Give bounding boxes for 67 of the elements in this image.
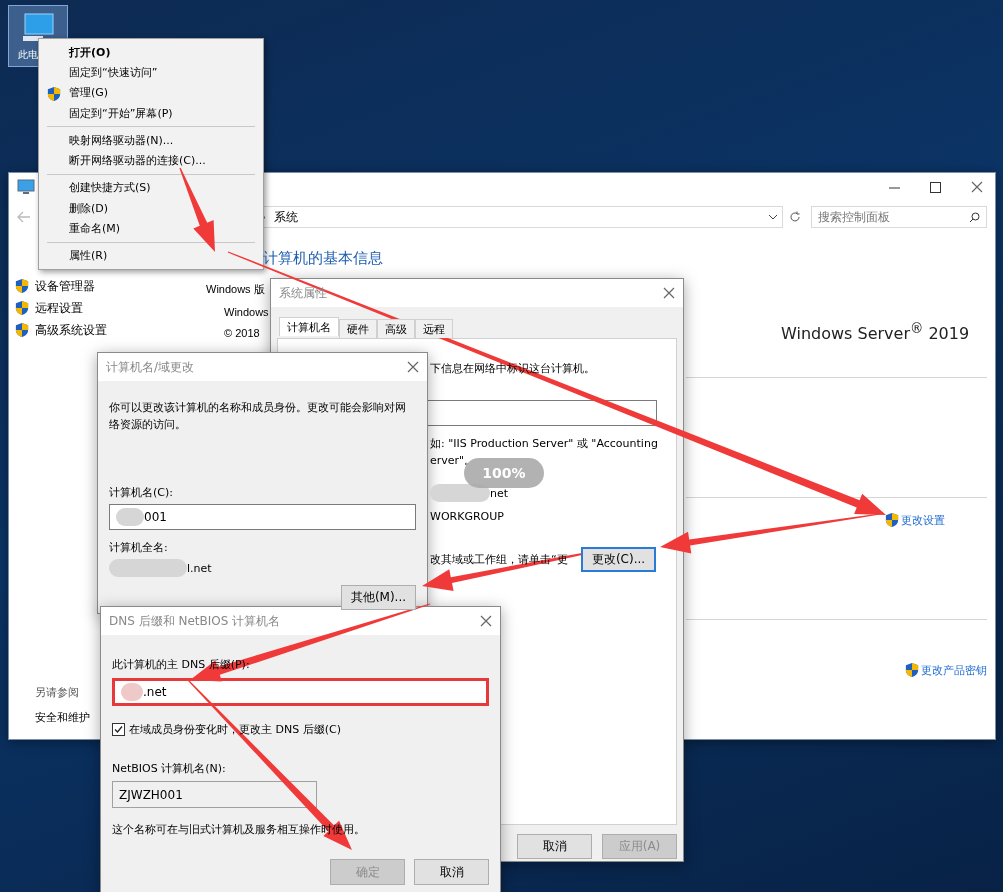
search-field[interactable]: 搜索控制面板 — [811, 206, 987, 228]
tab[interactable]: 硬件 — [339, 319, 377, 338]
shield-icon — [905, 662, 919, 678]
blurred-patch — [430, 484, 490, 502]
monitor-icon — [17, 179, 35, 195]
menu-item[interactable]: 映射网络驱动器(N)... — [39, 130, 263, 151]
sidebar-link[interactable]: 设备管理器 — [15, 275, 206, 297]
shield-icon — [15, 300, 29, 316]
shield-icon — [15, 278, 29, 294]
menu-item[interactable]: 属性(R) — [39, 245, 263, 267]
close-icon[interactable] — [407, 361, 419, 373]
close-icon[interactable] — [663, 287, 675, 299]
change-settings-link[interactable]: 更改设置 — [885, 512, 945, 528]
search-icon[interactable] — [969, 211, 980, 223]
checkbox[interactable] — [112, 723, 125, 736]
tab[interactable]: 远程 — [415, 319, 453, 338]
edition-label: Windows 版 — [206, 282, 265, 297]
see-also-title: 另请参阅 — [35, 685, 79, 700]
page-heading: 计算机的基本信息 — [263, 249, 384, 268]
dialog-button[interactable]: 取消 — [517, 834, 592, 859]
change-product-key-link[interactable]: 更改产品密钥 — [905, 662, 987, 678]
menu-item[interactable]: 创建快捷方式(S) — [39, 177, 263, 199]
field-label: 计算机全名: — [109, 540, 169, 555]
description-text: 你可以更改该计算机的名称和成员身份。更改可能会影响对网络资源的访问。 — [109, 400, 407, 433]
menu-item[interactable]: 断开网络驱动器的连接(C)... — [39, 150, 263, 171]
example-text: erver"。 — [430, 453, 477, 468]
computer-name-field[interactable]: 001 — [109, 504, 416, 530]
full-name-text: net — [490, 486, 509, 500]
shield-icon — [15, 322, 29, 338]
check-icon — [114, 725, 123, 734]
sidebar-link[interactable]: 高级系统设置 — [15, 319, 206, 341]
blurred-patch — [121, 683, 143, 701]
edition-text: Windows — [224, 306, 269, 318]
workgroup-text: WORKGROUP — [430, 510, 505, 523]
shield-icon — [885, 512, 899, 528]
change-button[interactable]: 更改(C)... — [581, 547, 656, 572]
example-text: 如: "IIS Production Server" 或 "Accounting — [430, 436, 659, 451]
checkbox-label[interactable]: 在域成员身份变化时，更改主 DNS 后缀(C) — [112, 722, 489, 737]
sidebar-link[interactable]: 远程设置 — [15, 297, 206, 319]
computer-icon — [21, 12, 55, 44]
note-text: 这个名称可在与旧式计算机及服务相互操作时使用。 — [112, 822, 366, 837]
field-label: NetBIOS 计算机名(N): — [112, 761, 227, 776]
dns-suffix-field[interactable]: .net — [112, 678, 489, 706]
blurred-patch — [116, 508, 144, 526]
dialog-button[interactable]: 取消 — [414, 859, 489, 885]
desktop-icon-label: 此电 — [18, 48, 38, 62]
more-button[interactable]: 其他(M)... — [341, 585, 416, 610]
dialog-title: 系统属性 — [279, 284, 327, 302]
maximize-icon[interactable] — [930, 181, 941, 193]
dialog-title: DNS 后缀和 NetBIOS 计算机名 — [109, 612, 281, 630]
refresh-icon[interactable] — [789, 211, 801, 223]
field-label: 计算机名(C): — [109, 485, 174, 500]
tab[interactable]: 高级 — [377, 319, 415, 338]
see-also-link[interactable]: 安全和维护 — [35, 710, 90, 725]
address-text: 系统 — [274, 208, 298, 226]
windows-server-logo-text: Windows Server$^{®}$ 2019 — [781, 321, 970, 344]
close-icon[interactable] — [480, 615, 492, 627]
menu-item[interactable]: 固定到“开始”屏幕(P) — [39, 102, 263, 124]
full-name-text: l.net — [187, 561, 212, 575]
netbios-name-field[interactable]: ZJWZH001 — [112, 781, 317, 808]
menu-item[interactable]: 管理(G) — [39, 82, 263, 103]
edition-text: © 2018 — [224, 327, 260, 339]
shield-icon — [47, 85, 61, 102]
dropdown-icon[interactable] — [768, 214, 778, 220]
dialog-title: 计算机名/域更改 — [106, 358, 195, 376]
close-icon[interactable] — [971, 181, 983, 193]
tab[interactable]: 计算机名 — [279, 317, 339, 336]
